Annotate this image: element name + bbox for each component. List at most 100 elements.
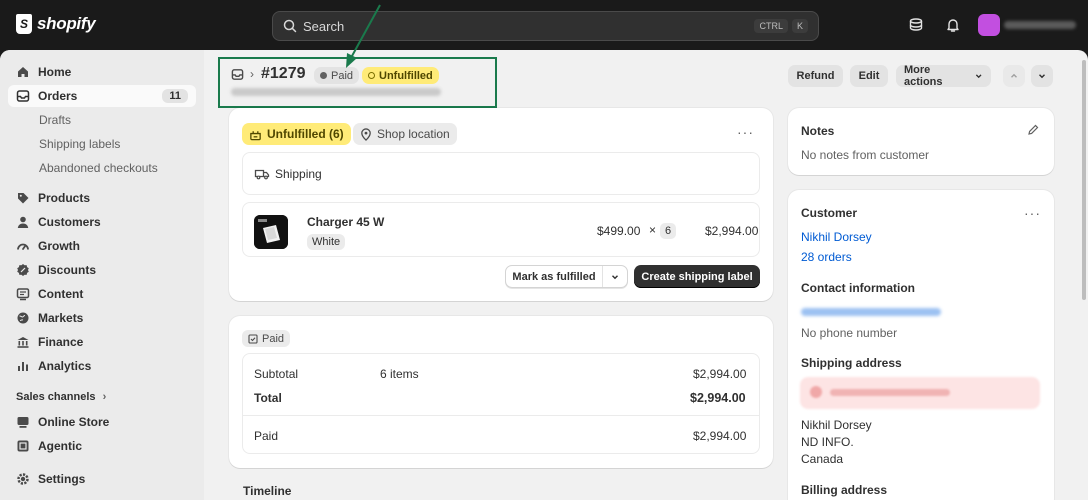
truck-icon (254, 169, 270, 180)
mark-as-fulfilled-split-button: Mark as fulfilled (505, 265, 628, 288)
shipping-address-heading: Shipping address (801, 356, 902, 370)
sidebar-item-online-store[interactable]: Online Store (8, 411, 196, 433)
annotation-highlight-box (218, 57, 497, 108)
unit-price: $499.00 (597, 224, 641, 238)
notes-card: Notes No notes from customer (788, 108, 1054, 175)
create-shipping-label-button[interactable]: Create shipping label (634, 265, 760, 288)
main-content: › #1279 Paid Unfulfilled Refund Edit Mor… (204, 50, 1088, 500)
sales-channels-heading[interactable]: Sales channels › (16, 391, 106, 403)
pencil-icon[interactable] (1027, 124, 1039, 136)
tag-icon (18, 193, 29, 204)
shipping-method-box: Shipping (242, 152, 760, 195)
payment-card: Paid Subtotal 6 items $2,994.00 Total $2… (229, 316, 773, 468)
line-item-box: Charger 45 W White $499.00 × 6 $2,994.00 (242, 202, 760, 257)
shortcut-key-k: K (791, 19, 808, 33)
customer-name-link[interactable]: Nikhil Dorsey (801, 230, 872, 244)
unfulfilled-tag: Unfulfilled (6) (242, 123, 351, 145)
sidebar-item-markets[interactable]: Markets (8, 307, 196, 329)
next-order-button[interactable] (1031, 65, 1053, 87)
agentic-icon (17, 440, 29, 452)
payment-summary-box: Subtotal 6 items $2,994.00 Total $2,994.… (242, 353, 760, 454)
bell-icon[interactable] (945, 17, 961, 33)
sidebar-item-content[interactable]: Content (8, 283, 196, 305)
storefront-icon (17, 417, 29, 428)
paid-value: $2,994.00 (693, 429, 747, 443)
more-options-icon[interactable]: ··· (737, 124, 754, 140)
mark-fulfilled-dropdown-button[interactable] (603, 266, 627, 287)
fulfillment-card: Unfulfilled (6) Shop location ··· Shippi… (229, 108, 773, 301)
location-pin-icon (361, 127, 371, 141)
more-actions-button[interactable]: More actions (896, 64, 991, 88)
admin-frame: Home Orders 11 Drafts Shipping labels Ab… (0, 50, 1088, 500)
person-icon (17, 216, 29, 228)
store-icon[interactable] (908, 17, 924, 33)
sidebar-item-growth[interactable]: Growth (8, 235, 196, 257)
notes-text: No notes from customer (801, 148, 930, 162)
inbox-icon (16, 90, 30, 102)
receipt-check-icon (248, 333, 258, 344)
sidebar-item-discounts[interactable]: Discounts (8, 259, 196, 281)
subtotal-label: Subtotal (254, 367, 299, 381)
home-icon (18, 67, 28, 77)
more-options-icon[interactable]: ··· (1024, 205, 1041, 221)
sidebar-item-settings[interactable]: Settings (8, 468, 196, 490)
location-tag[interactable]: Shop location (353, 123, 457, 145)
notes-heading: Notes (801, 124, 835, 138)
address-line: Nikhil Dorsey (801, 418, 872, 432)
refund-button[interactable]: Refund (788, 65, 843, 87)
sidebar-item-abandoned-checkouts[interactable]: Abandoned checkouts (8, 157, 196, 179)
contact-info-heading: Contact information (801, 281, 915, 295)
sidebar-item-agentic[interactable]: Agentic (8, 435, 196, 457)
variant-badge: White (307, 234, 346, 250)
gauge-icon (17, 243, 29, 250)
product-thumbnail[interactable] (254, 215, 288, 249)
paid-label: Paid (254, 429, 279, 443)
customer-email-blurred[interactable] (801, 308, 941, 316)
shortcut-key-ctrl: CTRL (754, 19, 788, 33)
sidebar-item-drafts[interactable]: Drafts (8, 109, 196, 131)
shipping-label: Shipping (275, 167, 322, 181)
search-input[interactable]: Search CTRL K (272, 11, 819, 41)
avatar[interactable] (978, 14, 1000, 36)
chevron-right-icon: › (102, 391, 107, 403)
user-name-blurred[interactable] (1004, 21, 1076, 29)
orders-count-badge: 11 (162, 89, 188, 103)
mark-as-fulfilled-button[interactable]: Mark as fulfilled (506, 266, 603, 287)
quantity-badge: 6 (660, 223, 677, 239)
shopify-logo[interactable]: shopify (16, 14, 96, 34)
unfulfilled-box-icon (250, 130, 261, 140)
search-icon (283, 19, 297, 33)
sidebar-item-home[interactable]: Home (8, 61, 196, 83)
subtotal-items: 6 items (380, 367, 419, 381)
billing-address-heading: Billing address (801, 483, 888, 497)
sidebar-item-orders[interactable]: Orders 11 (8, 85, 196, 107)
scrollbar[interactable] (1082, 60, 1086, 300)
sidebar-item-analytics[interactable]: Analytics (8, 355, 196, 377)
globe-icon (17, 312, 29, 324)
bar-chart-icon (18, 362, 28, 371)
previous-order-button[interactable] (1003, 65, 1025, 87)
shopify-bag-icon (16, 14, 32, 34)
total-label: Total (254, 391, 282, 405)
search-placeholder: Search (303, 18, 345, 34)
line-total: $2,994.00 (705, 224, 759, 238)
sidebar-item-finance[interactable]: Finance (8, 331, 196, 353)
address-line: ND INFO. (801, 435, 854, 449)
customer-orders-link[interactable]: 28 orders (801, 250, 852, 264)
divider (243, 415, 759, 416)
discount-icon (17, 264, 29, 276)
times-symbol: × (649, 223, 657, 237)
product-name[interactable]: Charger 45 W (307, 215, 384, 229)
content-icon (16, 288, 30, 301)
address-line: Canada (801, 452, 844, 466)
sidebar-item-products[interactable]: Products (8, 187, 196, 209)
subtotal-value: $2,994.00 (693, 367, 747, 381)
chevron-down-icon (1039, 74, 1045, 79)
address-warning-blurred (800, 377, 1040, 409)
gear-icon (17, 473, 29, 485)
customer-heading: Customer (801, 206, 858, 220)
edit-button[interactable]: Edit (850, 65, 888, 87)
sidebar-item-shipping-labels[interactable]: Shipping labels (8, 133, 196, 155)
sidebar-item-customers[interactable]: Customers (8, 211, 196, 233)
timeline-heading: Timeline (243, 484, 292, 498)
